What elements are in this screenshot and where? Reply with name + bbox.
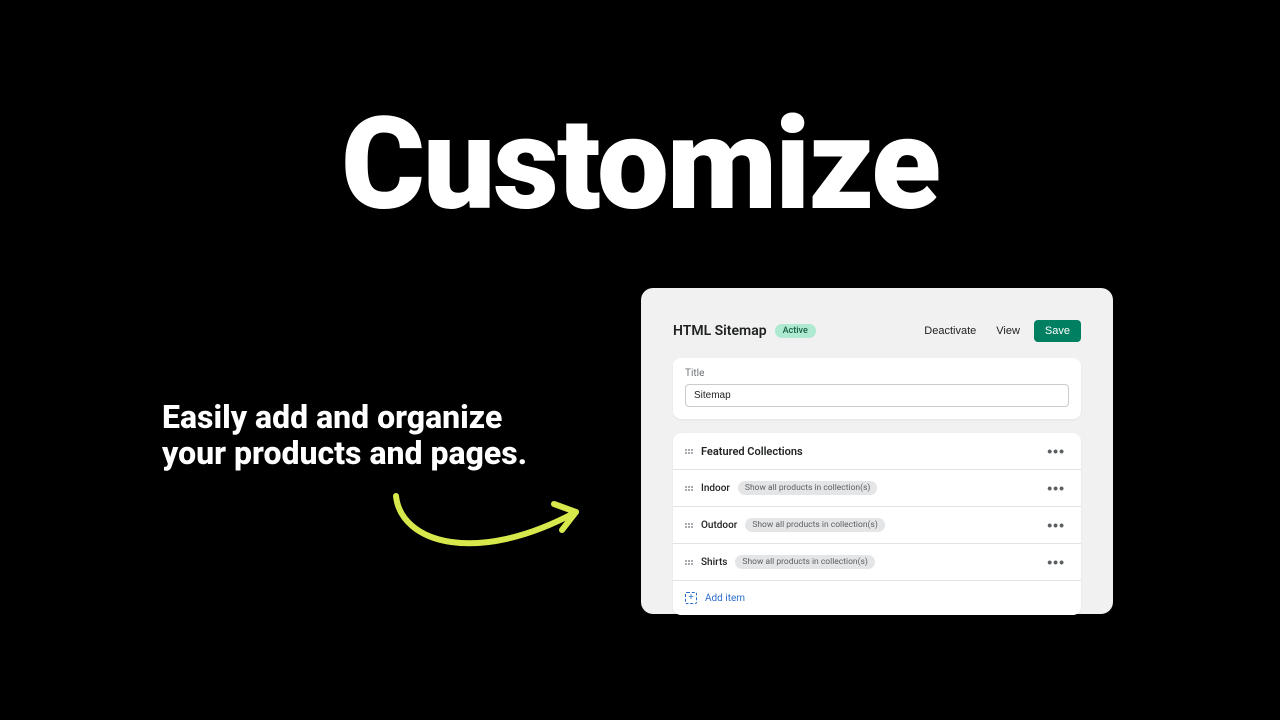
add-item-label: Add item [705,593,745,604]
hero-tagline: Easily add and organize your products an… [162,400,542,472]
item-label: Indoor [701,483,730,494]
add-item-button[interactable]: + Add item [673,581,1081,615]
hero-headline: Customize [0,90,1280,240]
panel-header: HTML Sitemap Active Deactivate View Save [673,320,1081,342]
item-label: Featured Collections [701,445,803,458]
status-badge: Active [775,324,816,338]
list-item[interactable]: Shirts Show all products in collection(s… [673,544,1081,581]
drag-handle-icon[interactable] [685,519,693,531]
more-icon[interactable]: ••• [1043,479,1069,497]
item-label: Outdoor [701,520,737,531]
list-item[interactable]: Indoor Show all products in collection(s… [673,470,1081,507]
drag-handle-icon[interactable] [685,482,693,494]
item-pill: Show all products in collection(s) [738,481,877,495]
more-icon[interactable]: ••• [1043,516,1069,534]
sitemap-panel: HTML Sitemap Active Deactivate View Save… [641,288,1113,614]
add-icon: + [685,592,697,604]
list-item[interactable]: Featured Collections ••• [673,433,1081,470]
more-icon[interactable]: ••• [1043,442,1069,460]
item-pill: Show all products in collection(s) [745,518,884,532]
more-icon[interactable]: ••• [1043,553,1069,571]
list-item[interactable]: Outdoor Show all products in collection(… [673,507,1081,544]
drag-handle-icon[interactable] [685,445,693,457]
title-field-label: Title [685,368,1069,379]
drag-handle-icon[interactable] [685,556,693,568]
arrow-annotation [386,488,596,568]
item-pill: Show all products in collection(s) [735,555,874,569]
save-button[interactable]: Save [1034,320,1081,342]
item-label: Shirts [701,557,727,568]
title-input[interactable] [685,384,1069,407]
view-button[interactable]: View [990,321,1026,341]
deactivate-button[interactable]: Deactivate [918,321,982,341]
title-card: Title [673,358,1081,419]
items-list: Featured Collections ••• Indoor Show all… [673,433,1081,615]
panel-title: HTML Sitemap [673,323,767,339]
